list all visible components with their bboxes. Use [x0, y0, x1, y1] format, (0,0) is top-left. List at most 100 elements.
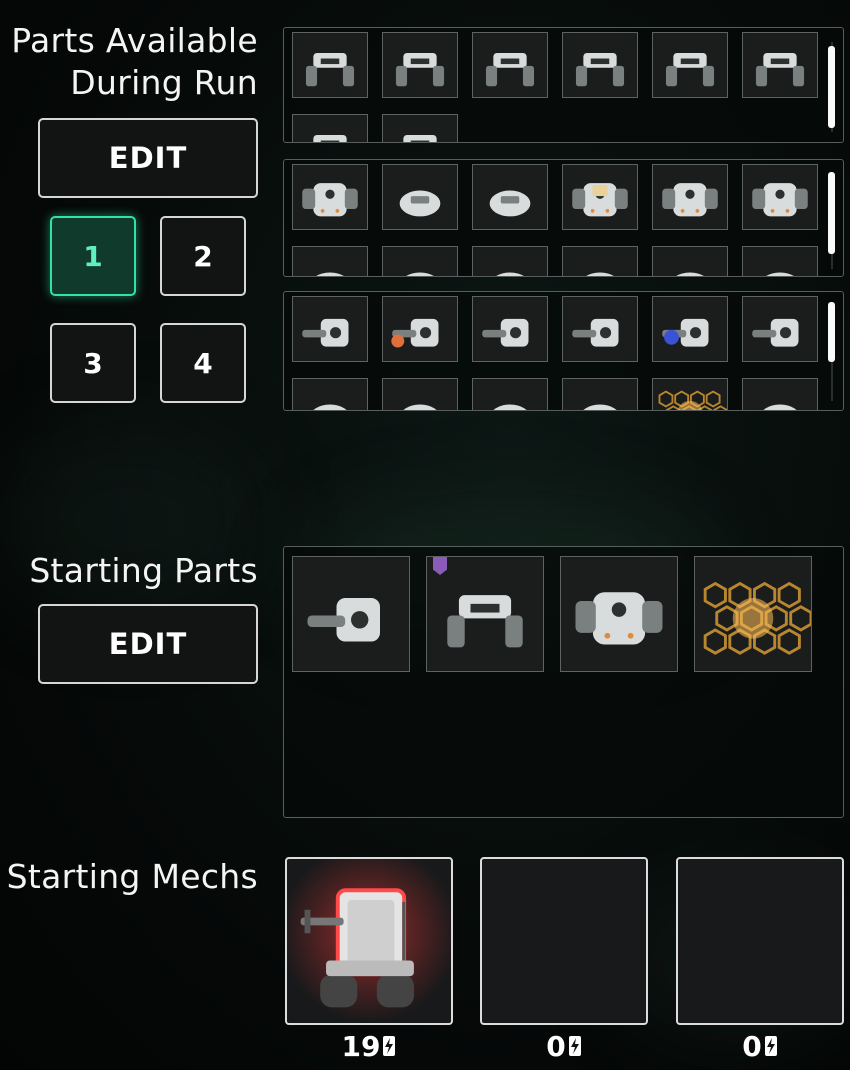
gatling-gun-icon: [302, 318, 349, 347]
heavy-legs-icon: [313, 134, 347, 142]
scrollbar-thumb[interactable]: [828, 172, 835, 254]
starting-part-humanoid-body[interactable]: [560, 556, 678, 672]
mech-slot-2[interactable]: [480, 857, 648, 1025]
triple-barrel-icon: [572, 318, 619, 347]
part-slot-small-body[interactable]: [382, 164, 458, 230]
part-slot-walker-legs[interactable]: [652, 32, 728, 98]
biped-legs-icon: [755, 52, 805, 87]
humanoid-body-icon: [662, 183, 718, 217]
weapon-parts-panel[interactable]: [283, 291, 844, 411]
dome-legs-icon: [403, 134, 437, 142]
flat-body-icon: [676, 272, 704, 276]
part-slot-flat-body[interactable]: [652, 246, 728, 276]
part-slot-slim-body[interactable]: [472, 164, 548, 230]
mech-2-energy: 0: [480, 1030, 648, 1063]
small-body-icon: [766, 272, 794, 276]
mech-1-energy: 19: [285, 1030, 453, 1063]
part-slot-box-body[interactable]: [562, 164, 638, 230]
part-slot-tank-tread-legs[interactable]: [292, 32, 368, 98]
flyer-legs-icon: [575, 52, 625, 87]
part-slot-shield-frame[interactable]: [292, 378, 368, 410]
mech-3-energy: 0: [676, 1030, 844, 1063]
part-slot-biped-legs[interactable]: [742, 32, 818, 98]
starting-part-cannon-arm[interactable]: [292, 556, 410, 672]
starting-parts-edit-button[interactable]: EDIT: [38, 604, 258, 684]
part-slot-jet-legs[interactable]: [472, 32, 548, 98]
energy-value: 0: [742, 1030, 762, 1063]
tank-tread-legs-icon: [447, 595, 523, 648]
part-slot-small-body[interactable]: [742, 246, 818, 276]
twin-cannon-icon: [752, 318, 799, 347]
dome-body-icon: [406, 272, 434, 276]
energy-value: 19: [341, 1030, 381, 1063]
legs-parts-panel[interactable]: [283, 27, 844, 143]
part-slot-humanoid-body[interactable]: [652, 164, 728, 230]
energy-bolt-icon: [568, 1036, 581, 1056]
energy-value: 0: [546, 1030, 566, 1063]
heavy-body-icon: [302, 183, 358, 217]
part-slot-small-body[interactable]: [292, 246, 368, 276]
part-slot-flame-cannon[interactable]: [382, 296, 458, 362]
dome-body-icon: [496, 272, 524, 276]
tank-tread-legs-icon: [305, 52, 355, 87]
hand-part-icon: [403, 404, 437, 410]
plasma-gun-icon: [662, 318, 709, 347]
part-slot-hand-part[interactable]: [382, 378, 458, 410]
part-slot-rifle[interactable]: [472, 296, 548, 362]
parts-available-title: Parts Available During Run: [11, 21, 258, 102]
turret-icon: [493, 404, 527, 410]
jet-legs-icon: [485, 52, 535, 87]
starting-parts-title: Starting Parts: [29, 551, 258, 590]
part-slot-heavy-body[interactable]: [292, 164, 368, 230]
part-slot-twin-cannon[interactable]: [742, 296, 818, 362]
red-tank-mech-icon: [287, 859, 451, 1023]
part-slot-small-body[interactable]: [562, 246, 638, 276]
parts-available-edit-button[interactable]: EDIT: [38, 118, 258, 198]
preset-2-button[interactable]: 2: [160, 216, 246, 296]
part-slot-dome-legs[interactable]: [382, 114, 458, 142]
energy-bolt-icon: [383, 1036, 396, 1056]
part-slot-hex-shield[interactable]: [652, 378, 728, 410]
energy-bolt-icon: [764, 1036, 777, 1056]
part-slot-dome-body[interactable]: [382, 246, 458, 276]
humanoid-body-icon: [575, 592, 663, 645]
scrollbar-thumb[interactable]: [828, 46, 835, 128]
starting-parts-panel: [283, 546, 844, 818]
mech-slot-1[interactable]: [285, 857, 453, 1025]
orb-body-icon: [752, 183, 808, 217]
part-slot-gatling-gun[interactable]: [292, 296, 368, 362]
small-body-icon: [316, 272, 344, 276]
hex-shield-icon: [658, 390, 727, 410]
turret-icon: [583, 404, 617, 410]
small-body-icon: [586, 272, 614, 276]
part-slot-dome-body[interactable]: [472, 246, 548, 276]
part-slot-heavy-legs[interactable]: [292, 114, 368, 142]
part-slot-orb-body[interactable]: [742, 164, 818, 230]
hex-shield-icon: [703, 581, 811, 655]
rifle-icon: [482, 318, 529, 347]
small-body-icon: [399, 190, 441, 217]
part-slot-hover-legs[interactable]: [382, 32, 458, 98]
starting-part-hex-shield[interactable]: [694, 556, 812, 672]
part-slot-turret[interactable]: [562, 378, 638, 410]
preset-3-button[interactable]: 3: [50, 323, 136, 403]
part-slot-box-part[interactable]: [742, 378, 818, 410]
starting-mechs-title: Starting Mechs: [6, 857, 258, 896]
scrollbar-thumb[interactable]: [828, 302, 835, 362]
shield-frame-icon: [313, 404, 347, 410]
mech-slot-3[interactable]: [676, 857, 844, 1025]
part-slot-flyer-legs[interactable]: [562, 32, 638, 98]
walker-legs-icon: [665, 52, 715, 87]
flame-cannon-icon: [391, 318, 439, 348]
box-part-icon: [763, 404, 797, 410]
hover-legs-icon: [395, 52, 445, 87]
part-slot-plasma-gun[interactable]: [652, 296, 728, 362]
part-slot-triple-barrel[interactable]: [562, 296, 638, 362]
preset-1-button[interactable]: 1: [50, 216, 136, 296]
slim-body-icon: [489, 190, 531, 217]
part-slot-turret[interactable]: [472, 378, 548, 410]
cannon-arm-icon: [307, 598, 380, 642]
body-parts-panel[interactable]: [283, 159, 844, 277]
starting-part-tank-tread-legs[interactable]: [426, 556, 544, 672]
preset-4-button[interactable]: 4: [160, 323, 246, 403]
